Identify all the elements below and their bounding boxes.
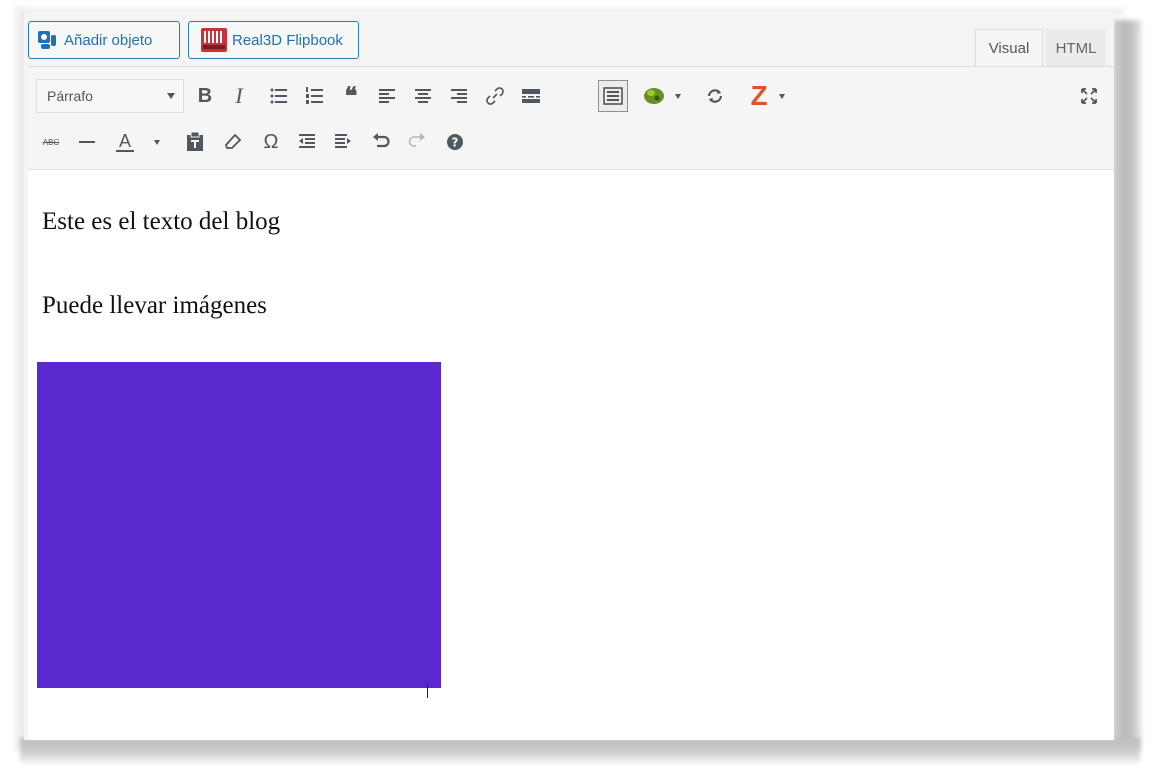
paragraph-1[interactable]: Este es el texto del blog <box>42 208 280 236</box>
add-media-button[interactable]: Añadir objeto <box>28 21 180 59</box>
plugin-dropdown-icon <box>644 88 664 104</box>
chevron-down-icon <box>675 94 681 99</box>
blockquote-icon: ❝ <box>344 83 358 110</box>
classic-editor: Añadir objeto Real3D Flipbook Visual HTM… <box>24 12 1114 740</box>
read-more-icon <box>522 89 540 103</box>
z-dropdown-icon: Z <box>750 80 768 111</box>
horizontal-line-icon <box>79 141 95 143</box>
refresh-button[interactable] <box>700 80 730 112</box>
numbered-list-icon <box>306 87 323 104</box>
flipbook-label: Real3D Flipbook <box>232 31 343 49</box>
link-icon <box>486 87 504 105</box>
embedded-image[interactable] <box>37 362 441 688</box>
undo-button[interactable] <box>366 126 396 158</box>
strikethrough-button[interactable]: ABC <box>36 126 66 158</box>
paste-text-icon <box>187 132 203 151</box>
text-cursor <box>427 684 428 698</box>
decrease-indent-button[interactable] <box>292 126 322 158</box>
format-select[interactable]: Párrafo <box>36 79 184 113</box>
align-left-icon <box>379 89 395 103</box>
frame-shadow-right <box>1112 20 1142 750</box>
italic-icon: I <box>235 83 243 108</box>
toolbar-row-1: Párrafo B I ❝ Z <box>28 77 1114 117</box>
bold-button[interactable]: B <box>190 80 220 112</box>
add-media-label: Añadir objeto <box>64 31 153 49</box>
real3d-flipbook-button[interactable]: Real3D Flipbook <box>188 21 359 59</box>
numbered-list-button[interactable] <box>300 80 330 112</box>
special-character-button[interactable]: Ω <box>256 126 286 158</box>
fullscreen-icon <box>1081 88 1097 104</box>
frame-shadow-bottom <box>20 738 1140 764</box>
help-button[interactable]: ? <box>440 126 470 158</box>
svg-text:?: ? <box>452 136 459 150</box>
bulleted-list-icon <box>270 88 287 104</box>
plugin-dropdown-button[interactable] <box>640 80 668 112</box>
help-icon: ? <box>447 134 463 150</box>
clear-formatting-button[interactable] <box>218 126 248 158</box>
insert-link-button[interactable] <box>480 80 510 112</box>
editor-content-area[interactable]: Este es el texto del blog Puede llevar i… <box>28 170 1114 740</box>
format-select-value: Párrafo <box>47 88 93 104</box>
special-character-icon: Ω <box>263 130 279 153</box>
horizontal-line-button[interactable] <box>72 126 102 158</box>
italic-button[interactable]: I <box>224 80 254 112</box>
read-more-button[interactable] <box>516 80 546 112</box>
align-right-icon <box>451 89 467 103</box>
decrease-indent-icon <box>299 134 315 148</box>
redo-button[interactable] <box>402 126 432 158</box>
paragraph-2[interactable]: Puede llevar imágenes <box>42 292 267 320</box>
chevron-down-icon <box>154 140 160 145</box>
increase-indent-button[interactable] <box>328 126 358 158</box>
bulleted-list-button[interactable] <box>264 80 294 112</box>
toolbar-toggle-icon <box>603 87 623 105</box>
editor-toolbar: Párrafo B I ❝ Z ABC A Ω ? <box>28 66 1114 170</box>
toolbar-toggle-button[interactable] <box>598 80 628 112</box>
paste-as-text-button[interactable] <box>180 126 210 158</box>
align-center-button[interactable] <box>408 80 438 112</box>
clear-formatting-icon <box>224 133 242 149</box>
align-left-button[interactable] <box>372 80 402 112</box>
increase-indent-icon <box>335 134 351 148</box>
bold-icon: B <box>197 84 213 107</box>
z-dropdown-button[interactable]: Z <box>744 80 774 112</box>
tab-html[interactable]: HTML <box>1046 29 1106 67</box>
flipbook-icon <box>201 28 227 52</box>
redo-icon <box>408 133 425 147</box>
fullscreen-button[interactable] <box>1074 80 1104 112</box>
text-color-button[interactable]: A <box>110 126 140 158</box>
align-right-button[interactable] <box>444 80 474 112</box>
refresh-icon <box>707 89 723 103</box>
add-media-icon <box>37 29 59 51</box>
chevron-down-icon <box>167 93 175 99</box>
undo-icon <box>373 133 390 148</box>
strikethrough-icon: ABC <box>42 137 60 147</box>
blockquote-button[interactable]: ❝ <box>336 80 366 112</box>
toolbar-row-2: ABC A Ω ? <box>28 123 1114 163</box>
text-color-icon: A <box>115 132 134 152</box>
align-center-icon <box>415 89 431 103</box>
chevron-down-icon <box>779 94 785 99</box>
tab-visual[interactable]: Visual <box>975 29 1043 67</box>
